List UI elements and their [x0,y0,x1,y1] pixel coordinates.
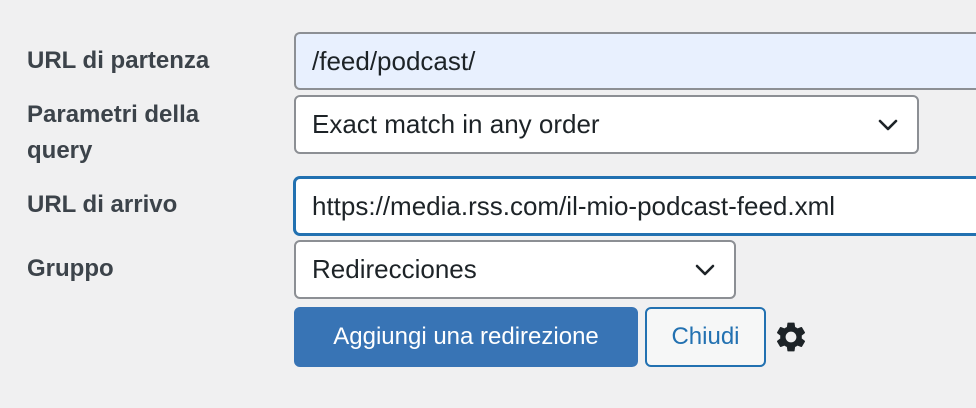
target-url-value: https://media.rss.com/il-mio-podcast-fee… [312,190,836,221]
target-url-label: URL di arrivo [27,191,178,218]
group-label: Gruppo [27,255,114,282]
source-url-label: URL di partenza [27,47,210,74]
gear-icon[interactable] [773,319,809,355]
source-url-value: /feed/podcast/ [312,45,476,76]
chevron-down-icon [695,264,715,275]
query-params-label-line1: Parametri della [27,101,200,128]
add-redirect-form: URL di partenza /feed/podcast/ Parametri… [0,0,976,408]
query-params-selected: Exact match in any order [312,109,600,139]
group-selected: Redirecciones [312,254,477,284]
add-redirect-button[interactable]: Aggiungi una redirezione [294,307,638,367]
query-params-select[interactable]: Exact match in any order [294,95,919,154]
close-button[interactable]: Chiudi [645,307,766,367]
target-url-input[interactable]: https://media.rss.com/il-mio-podcast-fee… [294,177,976,235]
chevron-down-icon [878,119,898,130]
query-params-label: Parametri della query [27,97,199,169]
group-select[interactable]: Redirecciones [294,240,736,299]
source-url-input[interactable]: /feed/podcast/ [294,32,976,90]
query-params-label-line2: query [27,137,93,164]
